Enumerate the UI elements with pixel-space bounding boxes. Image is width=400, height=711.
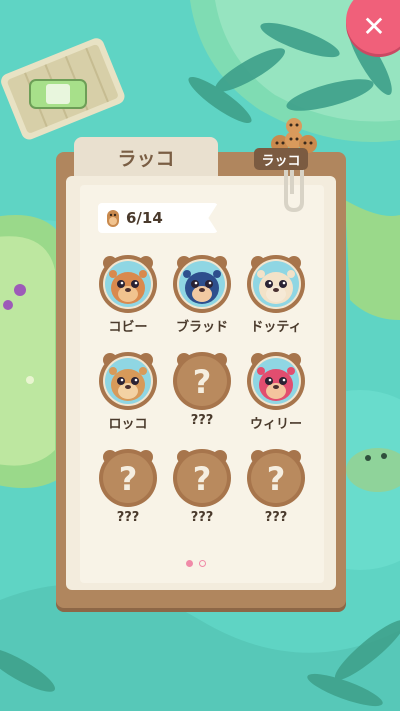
counter-text: 6/14 xyxy=(126,209,163,227)
page-indicator xyxy=(186,560,206,567)
svg-text:?: ? xyxy=(193,363,212,401)
otter-card[interactable]: ブラッド xyxy=(166,252,238,335)
page-dot-1[interactable] xyxy=(186,560,193,567)
question-mark-icon: ? xyxy=(245,446,307,508)
otter-name: ブラッド xyxy=(175,320,228,335)
otter-icon xyxy=(107,210,119,227)
otter-name: ウィリー xyxy=(249,417,302,432)
question-mark-icon: ? xyxy=(171,349,233,411)
locked-otter-card[interactable]: ???? xyxy=(166,446,238,525)
locked-otter-card[interactable]: ???? xyxy=(166,349,238,432)
otter-card[interactable]: コビー xyxy=(92,252,164,335)
otter-portrait xyxy=(97,252,159,314)
otter-name: ロッコ xyxy=(108,417,148,432)
otter-name: コビー xyxy=(108,320,148,335)
locked-otter-card[interactable]: ???? xyxy=(92,446,164,525)
collection-tab[interactable]: ラッコ xyxy=(74,137,218,177)
otter-name: ??? xyxy=(190,510,214,525)
question-mark-icon: ? xyxy=(97,446,159,508)
otter-portrait xyxy=(171,252,233,314)
otter-name: ??? xyxy=(116,510,140,525)
collection-counter: 6/14 xyxy=(98,203,218,233)
otter-card[interactable]: ロッコ xyxy=(92,349,164,432)
question-mark-icon: ? xyxy=(171,446,233,508)
otter-card[interactable]: ドッティ xyxy=(240,252,312,335)
otter-name: ドッティ xyxy=(250,320,302,335)
page-dot-2[interactable] xyxy=(199,560,206,567)
otter-portrait xyxy=(97,349,159,411)
otter-grid: コビー ブラッド ドッティロッコ???? ウィリー???????????? xyxy=(92,252,312,525)
locked-otter-card[interactable]: ???? xyxy=(240,446,312,525)
close-icon: ✕ xyxy=(362,9,386,43)
tab-title: ラッコ xyxy=(117,147,175,170)
otter-card[interactable]: ウィリー xyxy=(240,349,312,432)
svg-text:?: ? xyxy=(267,460,286,498)
otter-portrait xyxy=(245,252,307,314)
otter-name: ??? xyxy=(190,413,214,428)
svg-text:?: ? xyxy=(193,460,212,498)
otter-name: ??? xyxy=(264,510,288,525)
otter-portrait xyxy=(245,349,307,411)
clip-label: ラッコ xyxy=(254,148,308,170)
svg-text:?: ? xyxy=(119,460,138,498)
